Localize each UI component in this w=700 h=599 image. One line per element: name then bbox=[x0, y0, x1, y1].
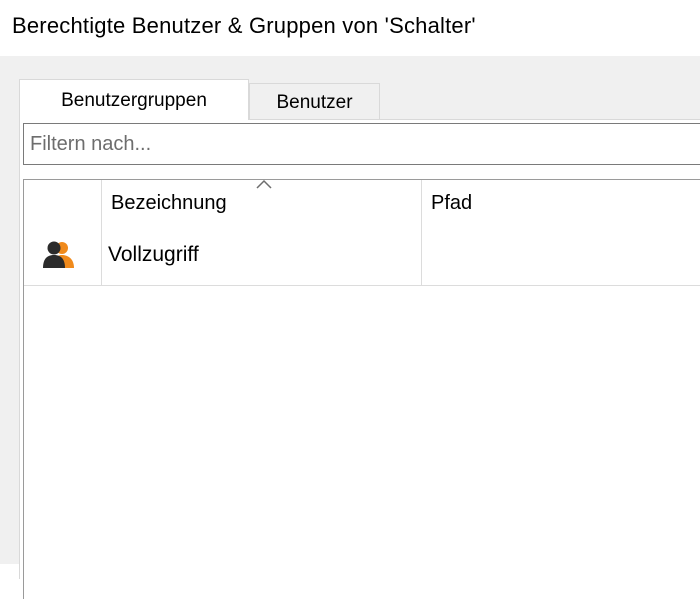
window-title: Berechtigte Benutzer & Gruppen von 'Scha… bbox=[12, 13, 476, 38]
row-separator bbox=[24, 285, 700, 286]
title-bar: Berechtigte Benutzer & Gruppen von 'Scha… bbox=[0, 0, 700, 56]
dialog-content: Benutzer Benutzergruppen Bezeichnung Pfa… bbox=[0, 56, 700, 599]
user-group-icon bbox=[43, 241, 74, 268]
groups-table: Bezeichnung Pfad Vollzugriff bbox=[23, 179, 700, 599]
tab-panel-benutzergruppen: Bezeichnung Pfad Vollzugriff bbox=[19, 119, 700, 599]
table-row[interactable]: Vollzugriff bbox=[24, 229, 700, 284]
tab-benutzer[interactable]: Benutzer bbox=[249, 83, 380, 119]
column-header-bezeichnung[interactable]: Bezeichnung bbox=[111, 192, 227, 215]
column-header-pfad[interactable]: Pfad bbox=[431, 192, 472, 215]
sort-ascending-icon bbox=[256, 179, 272, 189]
row-bezeichnung: Vollzugriff bbox=[108, 243, 199, 266]
filter-input[interactable] bbox=[23, 123, 700, 165]
tab-benutzergruppen[interactable]: Benutzergruppen bbox=[19, 79, 249, 120]
